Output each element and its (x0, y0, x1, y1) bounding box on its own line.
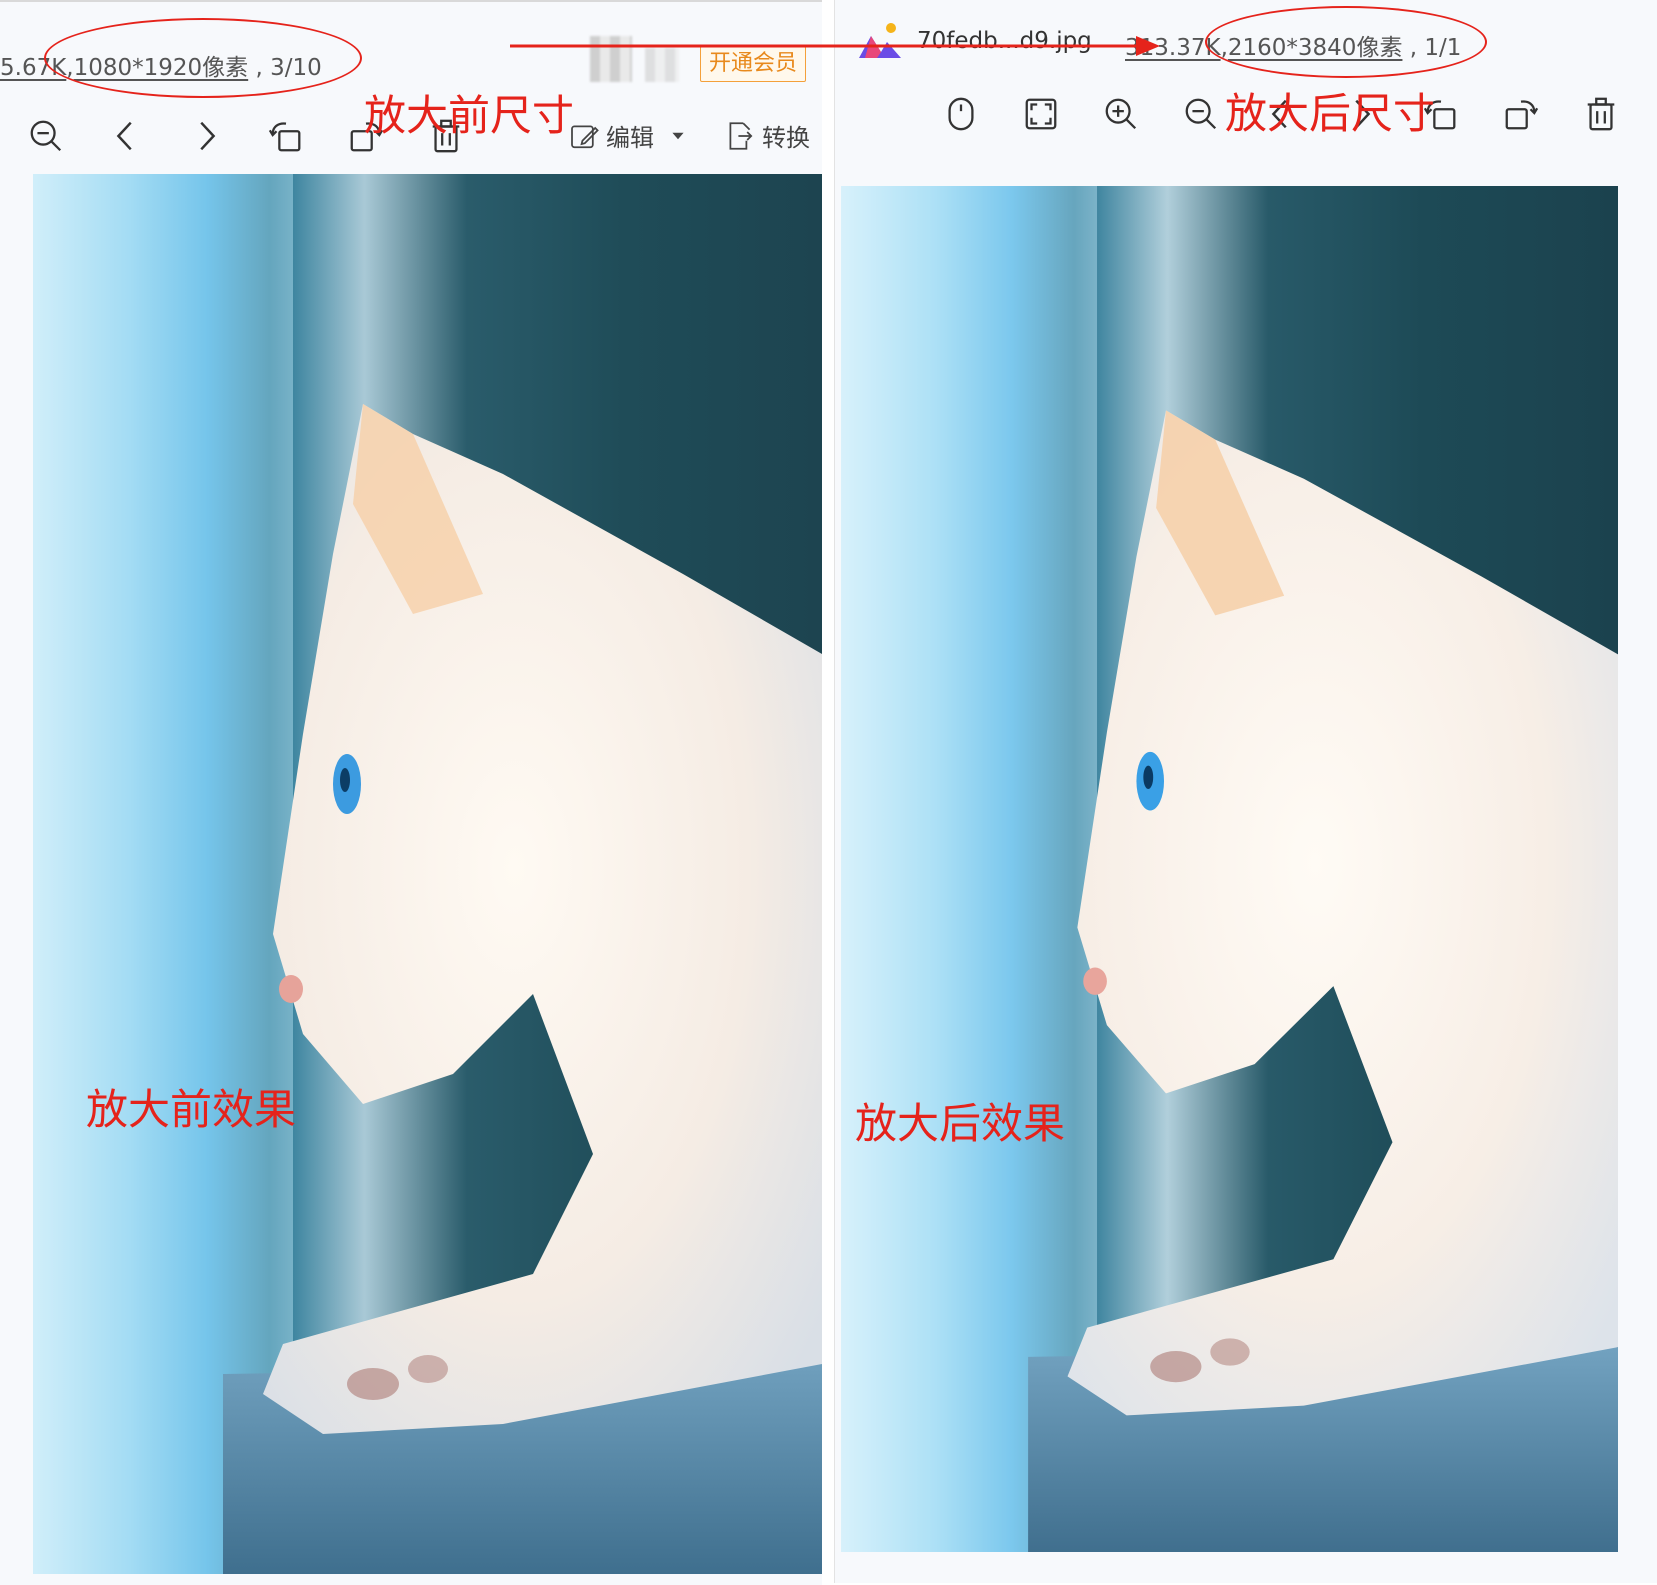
after-effect-annotation: 放大后效果 (855, 1099, 1066, 1148)
vip-button[interactable]: 开通会员 (700, 46, 807, 82)
zoom-in-icon[interactable] (1099, 92, 1143, 136)
cat-photo-before (33, 174, 822, 1574)
after-size-annotation: 放大后尺寸 (1225, 89, 1436, 138)
pane-divider (822, 0, 834, 1583)
convert-button[interactable]: 转换 (724, 118, 810, 153)
left-viewer-pane: 5.67K,1080*1920像素 , 3/10 开通会员 编辑 转换 放大前尺… (0, 0, 822, 1585)
zoom-out-icon[interactable] (24, 114, 68, 158)
convert-icon (729, 121, 753, 150)
before-size-annotation: 放大前尺寸 (364, 91, 575, 140)
filename: 70fedb...d9.jpg (917, 28, 1092, 54)
pixelated-area (645, 48, 679, 82)
edit-label: 编辑 (606, 124, 654, 152)
rotate-right-icon[interactable] (1499, 92, 1543, 136)
before-effect-annotation: 放大前效果 (86, 1085, 297, 1134)
dropdown-arrow-icon (672, 132, 684, 139)
mouse-mode-icon[interactable] (939, 92, 983, 136)
zoom-out-icon[interactable] (1179, 92, 1223, 136)
fit-screen-icon[interactable] (1019, 92, 1063, 136)
right-viewer-pane: 70fedb...d9.jpg 313.37K,2160*3840像素 , 1/… (834, 0, 1657, 1583)
rotate-left-icon[interactable] (264, 114, 308, 158)
edit-button[interactable]: 编辑 (568, 118, 686, 153)
pixelated-area (590, 36, 632, 82)
app-logo-icon (857, 22, 905, 62)
delete-icon[interactable] (1579, 92, 1623, 136)
previous-icon[interactable] (104, 114, 148, 158)
convert-label: 转换 (762, 124, 810, 152)
resolution-highlight-circle (44, 18, 362, 98)
next-icon[interactable] (184, 114, 228, 158)
cat-photo-after (841, 186, 1618, 1552)
resolution-highlight-circle (1205, 6, 1487, 78)
